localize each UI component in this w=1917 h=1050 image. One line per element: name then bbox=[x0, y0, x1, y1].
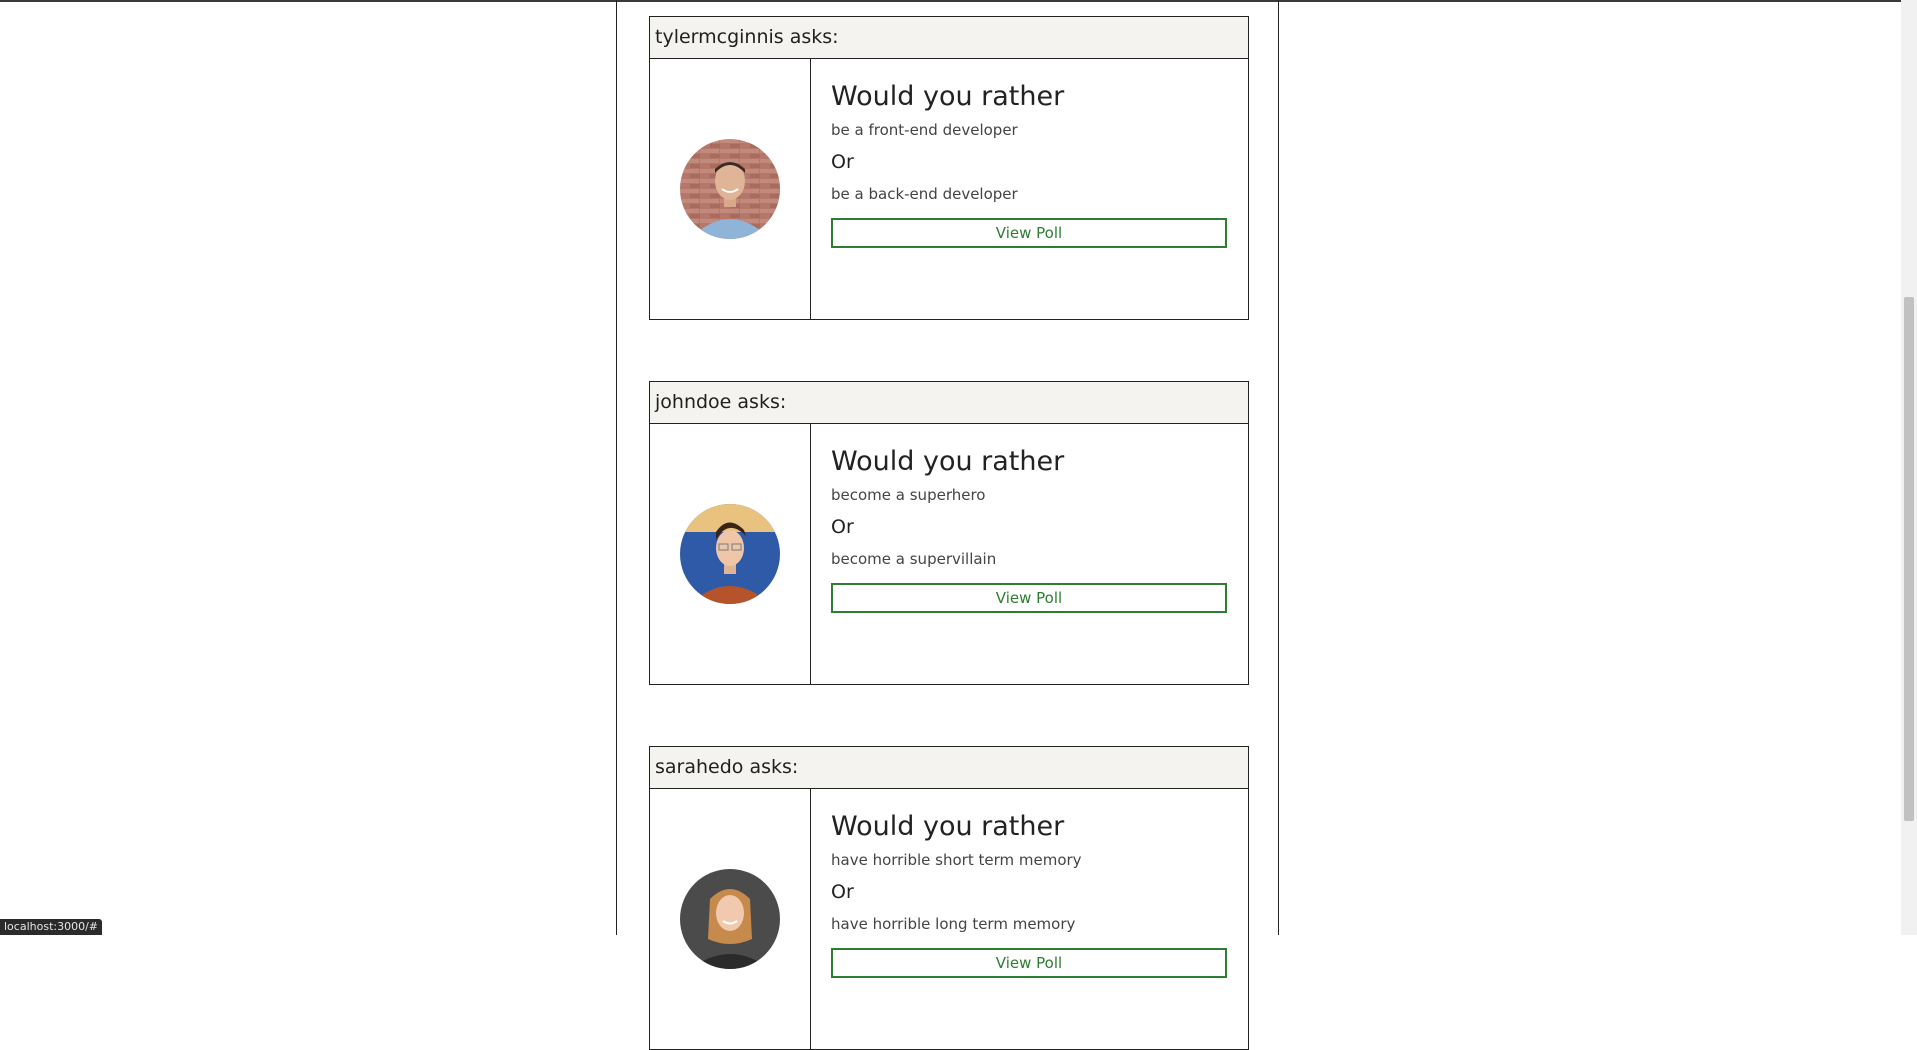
question-card: sarahedo asks: Would you rather have hor… bbox=[649, 746, 1249, 1050]
card-header: sarahedo asks: bbox=[649, 746, 1249, 789]
card-header: tylermcginnis asks: bbox=[649, 16, 1249, 59]
avatar bbox=[680, 869, 780, 969]
question-card: johndoe asks: Would you rather become a … bbox=[649, 381, 1249, 685]
avatar-column bbox=[650, 789, 811, 1049]
question-card: tylermcginnis asks: Would you rather be … bbox=[649, 16, 1249, 320]
avatar bbox=[680, 504, 780, 604]
card-body: Would you rather become a superhero Or b… bbox=[649, 424, 1249, 685]
question-content: Would you rather be a front-end develope… bbox=[811, 59, 1248, 319]
option-one-text: have horrible short term memory bbox=[831, 851, 1082, 869]
scrollbar-thumb[interactable] bbox=[1904, 297, 1914, 821]
option-two-text: be a back-end developer bbox=[831, 185, 1018, 203]
option-one-text: become a superhero bbox=[831, 486, 986, 504]
view-poll-button[interactable]: View Poll bbox=[831, 583, 1227, 613]
questions-container: tylermcginnis asks: Would you rather be … bbox=[616, 0, 1279, 1050]
question-content: Would you rather become a superhero Or b… bbox=[811, 424, 1248, 684]
option-one-text: be a front-end developer bbox=[831, 121, 1018, 139]
card-body: Would you rather be a front-end develope… bbox=[649, 59, 1249, 320]
card-body: Would you rather have horrible short ter… bbox=[649, 789, 1249, 1050]
would-you-rather-heading: Would you rather bbox=[831, 446, 1065, 477]
view-poll-button[interactable]: View Poll bbox=[831, 218, 1227, 248]
or-label: Or bbox=[831, 516, 854, 538]
question-content: Would you rather have horrible short ter… bbox=[811, 789, 1248, 1049]
option-two-text: become a supervillain bbox=[831, 550, 997, 568]
or-label: Or bbox=[831, 881, 854, 903]
card-header: johndoe asks: bbox=[649, 381, 1249, 424]
or-label: Or bbox=[831, 151, 854, 173]
status-bar-url: localhost:3000/# bbox=[0, 919, 102, 935]
avatar-column bbox=[650, 424, 811, 684]
avatar-column bbox=[650, 59, 811, 319]
would-you-rather-heading: Would you rather bbox=[831, 81, 1065, 112]
option-two-text: have horrible long term memory bbox=[831, 915, 1076, 933]
avatar bbox=[680, 139, 780, 239]
would-you-rather-heading: Would you rather bbox=[831, 811, 1065, 842]
view-poll-button[interactable]: View Poll bbox=[831, 948, 1227, 978]
